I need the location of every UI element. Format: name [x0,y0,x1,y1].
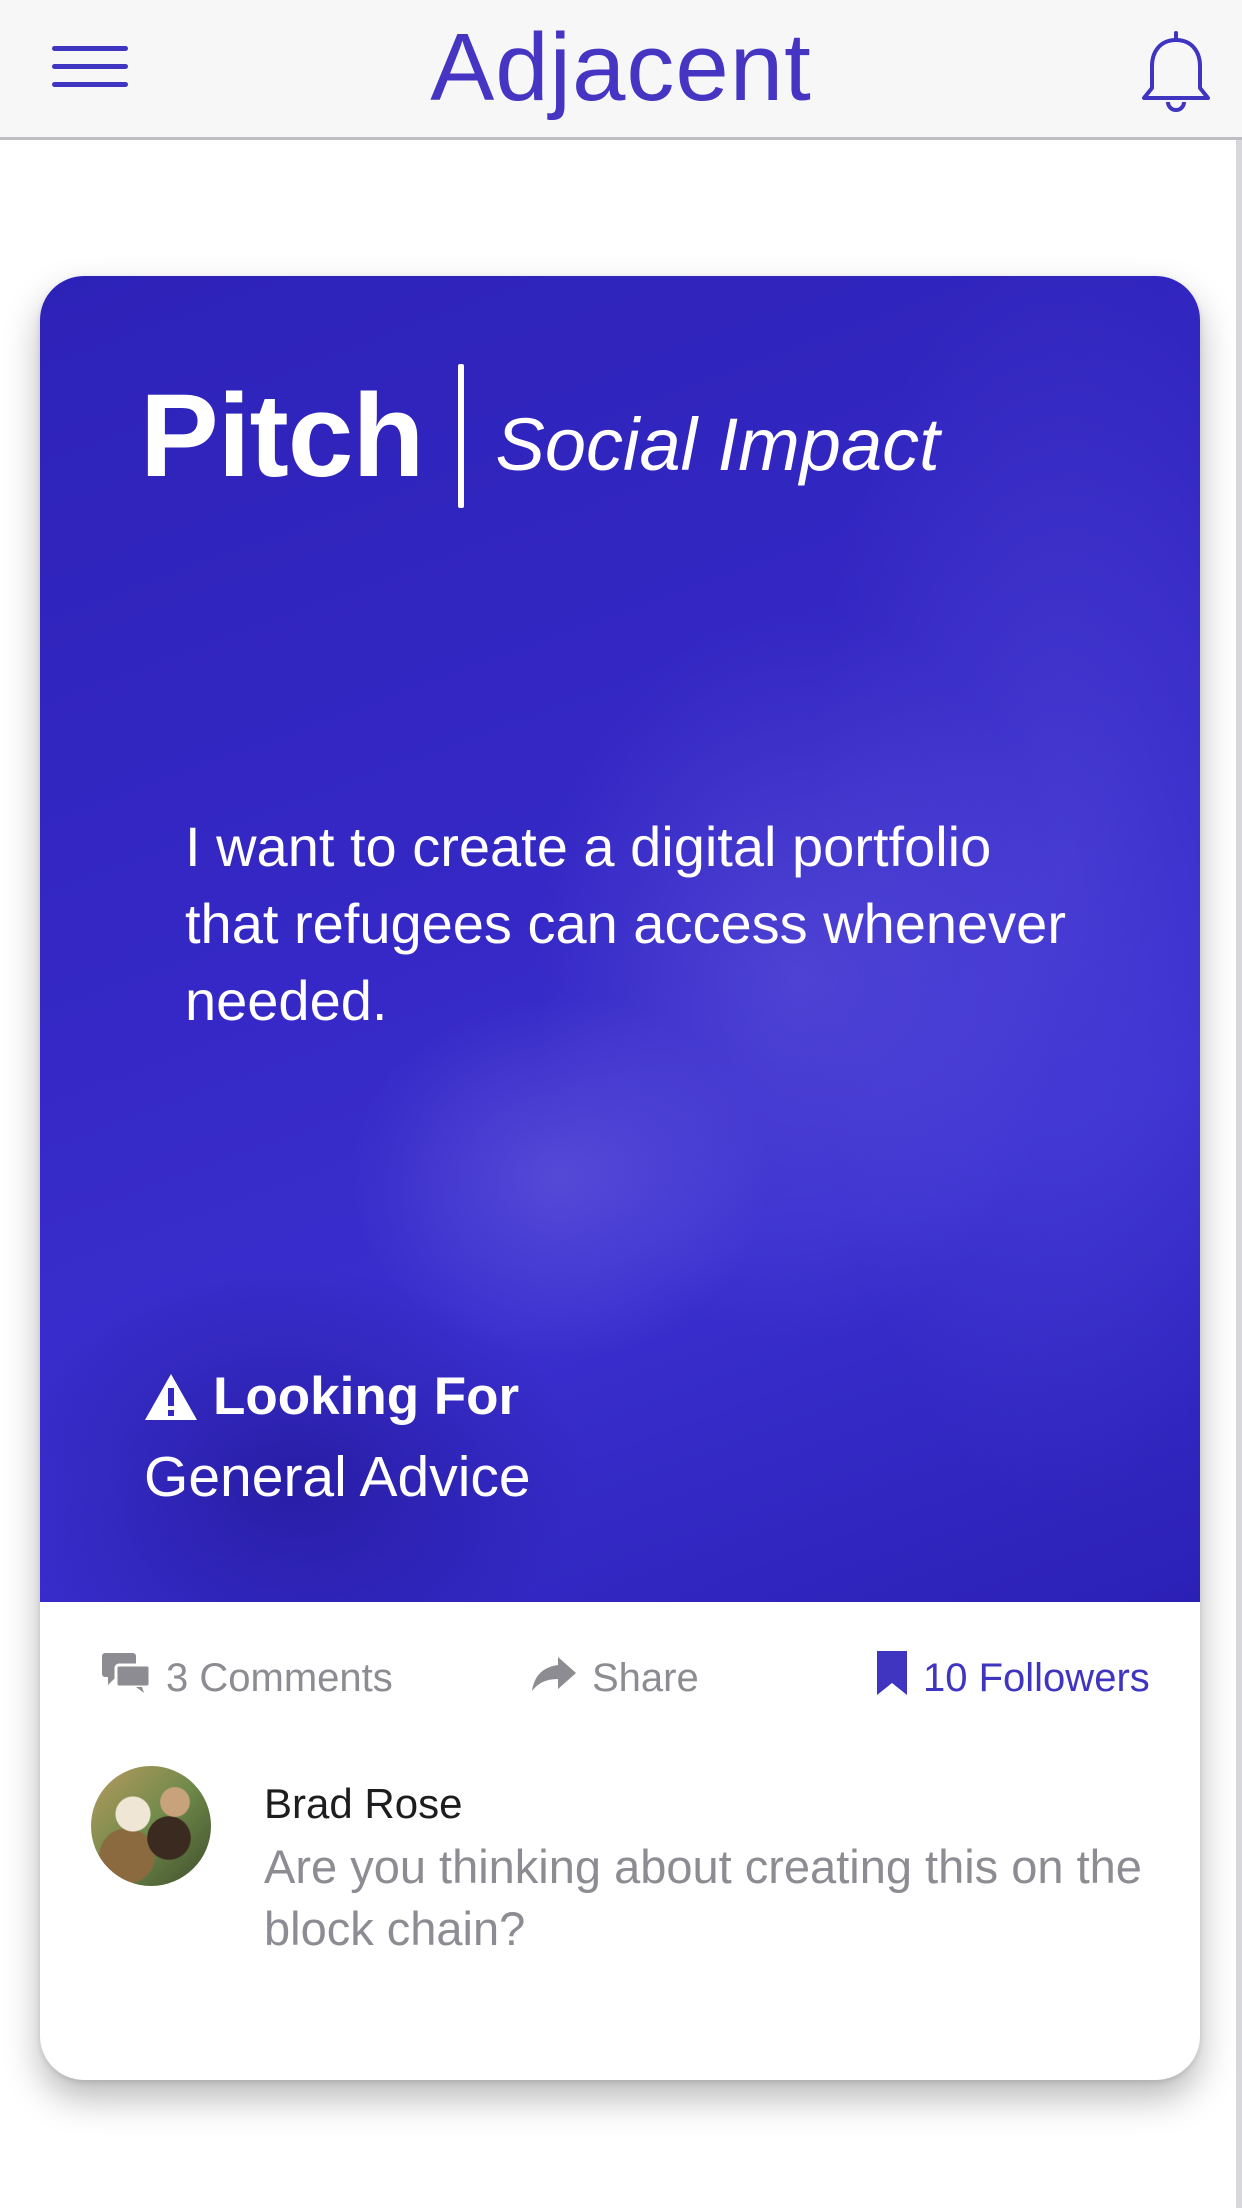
looking-for-text: Looking For [213,1367,520,1426]
pitch-category: Social Impact [495,402,940,486]
looking-for-value: General Advice [144,1445,531,1509]
comments-button[interactable]: 3 Comments [100,1652,393,1704]
title-divider [457,364,464,508]
share-button[interactable]: Share [530,1652,699,1704]
comment-text: Are you thinking about creating this on … [264,1840,1142,1955]
card-actions: 3 Comments Share 10 Followers [40,1602,1200,1752]
comments-icon [100,1651,166,1705]
comment-preview[interactable]: Brad Rose Are you thinking about creatin… [40,1752,1200,2002]
pitch-hero-image: Pitch Social Impact I want to create a d… [40,276,1200,1602]
bell-icon[interactable] [1136,30,1216,116]
comments-label: 3 Comments [166,1655,393,1700]
pitch-card[interactable]: Pitch Social Impact I want to create a d… [40,276,1200,2080]
pitch-title: Pitch Social Impact [140,361,940,511]
bookmark-icon [875,1649,923,1707]
app-logo: Adjacent [430,14,812,121]
window-edge [1236,0,1242,2208]
follow-button[interactable]: 10 Followers [875,1649,1150,1707]
top-nav-bar: Adjacent [0,0,1242,140]
avatar[interactable] [91,1766,211,1886]
pitch-description: I want to create a digital portfolio tha… [185,815,1066,1032]
share-label: Share [592,1655,699,1700]
comment-author: Brad Rose [264,1780,463,1827]
pitch-type-label: Pitch [140,370,424,502]
followers-label: 10 Followers [923,1655,1150,1700]
share-arrow-icon [530,1653,592,1703]
looking-for-label: Looking For [143,1366,519,1427]
warning-icon [143,1372,199,1422]
